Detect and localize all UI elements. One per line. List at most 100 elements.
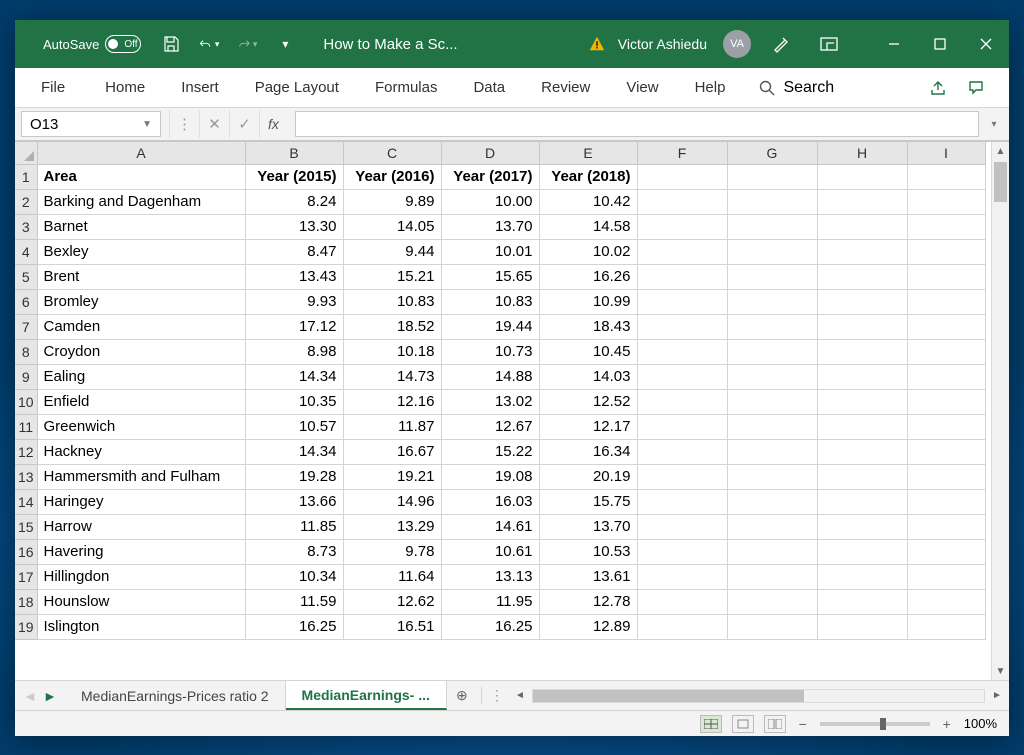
avatar[interactable]: VA [723, 30, 751, 58]
row-header[interactable]: 19 [15, 614, 37, 639]
redo-icon[interactable]: ▾ [237, 34, 257, 54]
cell[interactable]: 16.51 [343, 614, 441, 639]
cell[interactable]: 11.95 [441, 589, 539, 614]
column-header[interactable]: I [907, 142, 985, 164]
close-button[interactable] [963, 20, 1009, 68]
page-break-view-button[interactable] [764, 715, 786, 733]
cell[interactable]: 13.70 [441, 214, 539, 239]
column-header[interactable]: D [441, 142, 539, 164]
cell[interactable] [817, 589, 907, 614]
cell[interactable]: 16.26 [539, 264, 637, 289]
zoom-thumb[interactable] [880, 718, 886, 730]
cell[interactable] [637, 364, 727, 389]
cell[interactable] [727, 239, 817, 264]
row-header[interactable]: 8 [15, 339, 37, 364]
cell[interactable]: 12.16 [343, 389, 441, 414]
cell[interactable] [907, 564, 985, 589]
cell[interactable]: 9.44 [343, 239, 441, 264]
horizontal-scrollbar[interactable]: ◄ ► [508, 681, 1009, 710]
cell[interactable]: 13.43 [245, 264, 343, 289]
cell[interactable] [637, 214, 727, 239]
cell[interactable] [907, 464, 985, 489]
row-header[interactable]: 3 [15, 214, 37, 239]
row-header[interactable]: 2 [15, 189, 37, 214]
zoom-slider[interactable] [820, 722, 930, 726]
zoom-in-button[interactable]: + [940, 716, 954, 732]
cell[interactable] [907, 439, 985, 464]
cell[interactable]: 11.85 [245, 514, 343, 539]
vscroll-thumb[interactable] [994, 162, 1007, 202]
cell[interactable] [907, 389, 985, 414]
cell[interactable]: 14.05 [343, 214, 441, 239]
cell[interactable] [727, 364, 817, 389]
cell[interactable] [907, 614, 985, 639]
cell[interactable] [907, 364, 985, 389]
cell[interactable]: 15.22 [441, 439, 539, 464]
cell[interactable]: 13.30 [245, 214, 343, 239]
cell[interactable]: 16.25 [245, 614, 343, 639]
cell[interactable]: 11.87 [343, 414, 441, 439]
cell[interactable] [727, 589, 817, 614]
cell[interactable]: 16.34 [539, 439, 637, 464]
cell[interactable] [727, 414, 817, 439]
cell[interactable] [637, 414, 727, 439]
row-header[interactable]: 10 [15, 389, 37, 414]
search-tab[interactable]: Search [759, 79, 834, 97]
cell[interactable]: Hillingdon [37, 564, 245, 589]
cell[interactable] [907, 289, 985, 314]
comments-icon[interactable] [963, 75, 989, 101]
ribbon-tab-data[interactable]: Data [455, 68, 523, 107]
cell[interactable] [637, 589, 727, 614]
cell[interactable]: 12.78 [539, 589, 637, 614]
cell[interactable] [727, 164, 817, 189]
add-sheet-button[interactable]: ⊕ [447, 681, 477, 710]
name-box[interactable]: O13 ▼ [21, 111, 161, 137]
cell[interactable] [637, 314, 727, 339]
cell[interactable]: 8.98 [245, 339, 343, 364]
cell[interactable] [907, 189, 985, 214]
row-header[interactable]: 15 [15, 514, 37, 539]
column-header[interactable]: E [539, 142, 637, 164]
cell[interactable] [637, 564, 727, 589]
cell[interactable] [907, 314, 985, 339]
cell[interactable]: Year (2016) [343, 164, 441, 189]
ribbon-tab-home[interactable]: Home [87, 68, 163, 107]
sheet-tab[interactable]: MedianEarnings-Prices ratio 2 [65, 681, 286, 710]
ribbon-tab-view[interactable]: View [608, 68, 676, 107]
cell[interactable] [727, 339, 817, 364]
cell[interactable] [727, 389, 817, 414]
autosave-toggle[interactable]: AutoSave Off [43, 35, 141, 53]
cell[interactable] [907, 339, 985, 364]
page-layout-view-button[interactable] [732, 715, 754, 733]
cell[interactable]: 9.93 [245, 289, 343, 314]
tab-options-icon[interactable]: ⋮ [486, 681, 508, 710]
hscroll-left-icon[interactable]: ◄ [512, 688, 528, 704]
cell[interactable]: 20.19 [539, 464, 637, 489]
share-icon[interactable] [925, 75, 951, 101]
cell[interactable]: 19.28 [245, 464, 343, 489]
cell[interactable] [637, 514, 727, 539]
cell[interactable] [727, 489, 817, 514]
cell[interactable] [637, 264, 727, 289]
cell[interactable]: 10.99 [539, 289, 637, 314]
cell[interactable]: Havering [37, 539, 245, 564]
cell[interactable] [907, 539, 985, 564]
cell[interactable]: 15.21 [343, 264, 441, 289]
cell[interactable] [637, 539, 727, 564]
sheet-nav[interactable]: ◄ ► [15, 681, 65, 710]
pen-icon[interactable] [763, 20, 799, 68]
cell[interactable] [817, 214, 907, 239]
cell[interactable] [907, 414, 985, 439]
cell[interactable] [817, 564, 907, 589]
enter-formula-icon[interactable]: ✓ [229, 110, 259, 138]
cell[interactable]: 18.52 [343, 314, 441, 339]
cell[interactable]: Area [37, 164, 245, 189]
qat-customize-icon[interactable]: ▾ [275, 34, 295, 54]
cell[interactable]: 10.35 [245, 389, 343, 414]
column-header[interactable]: G [727, 142, 817, 164]
cell[interactable] [817, 314, 907, 339]
cell[interactable]: 11.64 [343, 564, 441, 589]
undo-icon[interactable]: ▾ [199, 34, 219, 54]
cell[interactable] [727, 439, 817, 464]
cell[interactable] [637, 164, 727, 189]
